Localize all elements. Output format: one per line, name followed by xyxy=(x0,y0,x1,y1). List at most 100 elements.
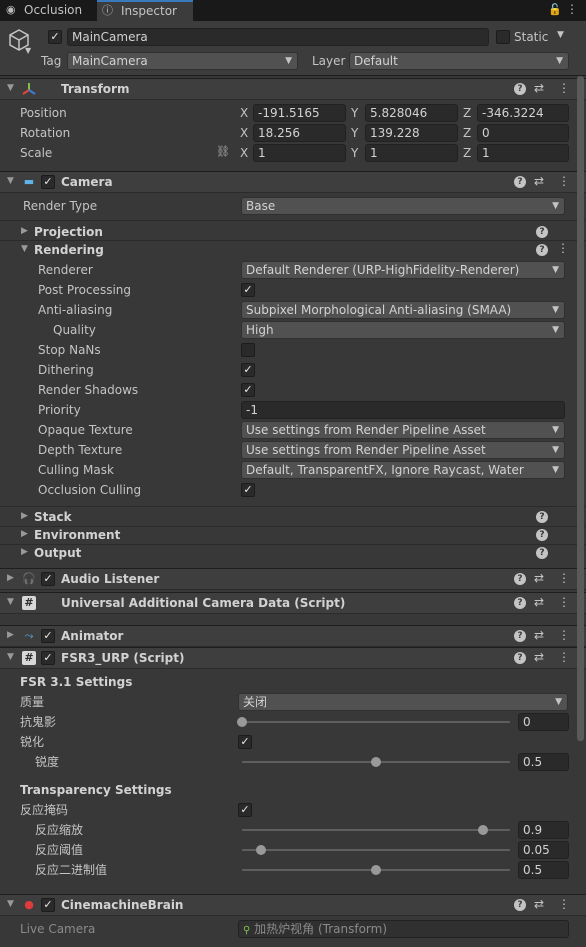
preset-icon[interactable]: ⇄ xyxy=(534,595,544,609)
position-x-field[interactable]: -191.5165 xyxy=(253,104,346,122)
foldout-expanded-icon[interactable]: ▼ xyxy=(7,83,14,93)
rotation-y-field[interactable]: 139.228 xyxy=(365,124,458,142)
reactive-scale-slider-track[interactable] xyxy=(242,829,510,831)
menu-dots-icon[interactable]: ⋮ xyxy=(558,897,570,911)
menu-dots-icon[interactable]: ⋮ xyxy=(558,81,570,95)
antighost-slider-track[interactable] xyxy=(242,721,510,723)
scale-x-field[interactable]: 1 xyxy=(253,144,346,162)
camera-enabled-checkbox[interactable]: ✓ xyxy=(41,175,55,189)
icon-dropdown-arrow[interactable]: ▼ xyxy=(25,46,31,55)
help-icon[interactable]: ? xyxy=(536,511,548,523)
foldout-collapsed-icon[interactable]: ▶ xyxy=(21,226,28,236)
reactive-mask-checkbox[interactable]: ✓ xyxy=(238,803,252,817)
fsr-header[interactable]: ▼ # ✓ FSR3_URP (Script) ? ⇄ ⋮ xyxy=(0,647,586,669)
help-icon[interactable]: ? xyxy=(514,652,526,664)
antighost-value-field[interactable]: 0 xyxy=(518,713,569,731)
renderer-dropdown[interactable]: Default Renderer (URP-HighFidelity-Rende… xyxy=(241,261,565,279)
projection-section[interactable]: ▶ Projection ? xyxy=(0,223,586,241)
opaque-texture-dropdown[interactable]: Use settings from Render Pipeline Asset ▼ xyxy=(241,421,565,439)
animator-enabled-checkbox[interactable]: ✓ xyxy=(41,629,55,643)
preset-icon[interactable]: ⇄ xyxy=(534,628,544,642)
position-z-field[interactable]: -346.3224 xyxy=(477,104,569,122)
reactive-binary-value-field[interactable]: 0.5 xyxy=(518,861,569,879)
help-icon[interactable]: ? xyxy=(514,176,526,188)
reactive-scale-slider-knob[interactable] xyxy=(478,825,489,835)
foldout-collapsed-icon[interactable]: ▶ xyxy=(21,529,28,539)
camera-header[interactable]: ▼ ▬ ✓ Camera ? ⇄ ⋮ xyxy=(0,171,586,193)
animator-header[interactable]: ▶ ⤳ ✓ Animator ? ⇄ ⋮ xyxy=(0,625,586,647)
static-dropdown-arrow[interactable]: ▼ xyxy=(557,30,564,40)
preset-icon[interactable]: ⇄ xyxy=(534,897,544,911)
antighost-slider-knob[interactable] xyxy=(237,717,247,727)
menu-dots-icon[interactable]: ⋮ xyxy=(558,650,570,664)
sharpen-checkbox[interactable]: ✓ xyxy=(238,735,252,749)
post-processing-checkbox[interactable]: ✓ xyxy=(241,283,255,297)
rendering-section[interactable]: ▼ Rendering ? ⋮ xyxy=(0,241,586,259)
help-icon[interactable]: ? xyxy=(514,630,526,642)
rotation-x-field[interactable]: 18.256 xyxy=(253,124,346,142)
stop-nans-checkbox[interactable] xyxy=(241,343,255,357)
audio-listener-enabled-checkbox[interactable]: ✓ xyxy=(41,572,55,586)
menu-dots-icon[interactable]: ⋮ xyxy=(558,174,570,188)
foldout-expanded-icon[interactable]: ▼ xyxy=(7,652,14,662)
foldout-expanded-icon[interactable]: ▼ xyxy=(7,899,14,909)
foldout-expanded-icon[interactable]: ▼ xyxy=(7,176,14,186)
audio-listener-header[interactable]: ▶ 🎧 ✓ Audio Listener ? ⇄ ⋮ xyxy=(0,568,586,590)
help-icon[interactable]: ? xyxy=(514,83,526,95)
link-icon[interactable]: ⛓ xyxy=(216,145,230,158)
tag-dropdown[interactable]: MainCamera ▼ xyxy=(67,52,298,70)
render-shadows-checkbox[interactable]: ✓ xyxy=(241,383,255,397)
foldout-expanded-icon[interactable]: ▼ xyxy=(7,597,14,607)
preset-icon[interactable]: ⇄ xyxy=(534,174,544,188)
help-icon[interactable]: ? xyxy=(514,573,526,585)
output-section[interactable]: ▶ Output ? xyxy=(0,544,586,562)
static-checkbox[interactable] xyxy=(496,30,510,44)
occlusion-culling-checkbox[interactable]: ✓ xyxy=(241,483,255,497)
help-icon[interactable]: ? xyxy=(536,226,548,238)
sharpness-slider-knob[interactable] xyxy=(371,757,381,767)
tab-inspector[interactable]: ⓘ Inspector xyxy=(97,0,193,21)
environment-section[interactable]: ▶ Environment ? xyxy=(0,526,586,544)
quality-dropdown[interactable]: High ▼ xyxy=(241,321,565,339)
reactive-threshold-value-field[interactable]: 0.05 xyxy=(518,841,569,859)
foldout-collapsed-icon[interactable]: ▶ xyxy=(21,511,28,521)
menu-dots-icon[interactable]: ⋮ xyxy=(558,571,570,585)
depth-texture-dropdown[interactable]: Use settings from Render Pipeline Asset ▼ xyxy=(241,441,565,459)
help-icon[interactable]: ? xyxy=(536,244,548,256)
menu-dots-icon[interactable]: ⋮ xyxy=(558,595,570,609)
foldout-expanded-icon[interactable]: ▼ xyxy=(21,244,28,254)
lock-icon[interactable]: 🔓 xyxy=(548,3,562,16)
render-type-dropdown[interactable]: Base ▼ xyxy=(241,197,565,215)
help-icon[interactable]: ? xyxy=(536,529,548,541)
foldout-collapsed-icon[interactable]: ▶ xyxy=(7,573,14,583)
scale-y-field[interactable]: 1 xyxy=(365,144,458,162)
dithering-checkbox[interactable]: ✓ xyxy=(241,363,255,377)
kebab-menu-icon[interactable]: ⋮ xyxy=(566,2,578,16)
scale-z-field[interactable]: 1 xyxy=(477,144,569,162)
layer-dropdown[interactable]: Default ▼ xyxy=(349,52,569,70)
reactive-threshold-slider-track[interactable] xyxy=(242,849,510,851)
preset-icon[interactable]: ⇄ xyxy=(534,650,544,664)
tab-occlusion[interactable]: ◉ Occlusion xyxy=(0,0,96,21)
foldout-collapsed-icon[interactable]: ▶ xyxy=(7,630,14,640)
rotation-z-field[interactable]: 0 xyxy=(477,124,569,142)
stack-section[interactable]: ▶ Stack ? xyxy=(0,508,586,526)
menu-dots-icon[interactable]: ⋮ xyxy=(557,241,569,255)
foldout-collapsed-icon[interactable]: ▶ xyxy=(21,547,28,557)
culling-mask-dropdown[interactable]: Default, TransparentFX, Ignore Raycast, … xyxy=(241,461,565,479)
reactive-binary-slider-knob[interactable] xyxy=(371,865,381,875)
gameobject-name-input[interactable]: MainCamera xyxy=(67,28,489,46)
anti-aliasing-dropdown[interactable]: Subpixel Morphological Anti-aliasing (SM… xyxy=(241,301,565,319)
priority-field[interactable]: -1 xyxy=(241,401,565,419)
help-icon[interactable]: ? xyxy=(514,597,526,609)
transform-header[interactable]: ▼ Transform ? ⇄ ⋮ xyxy=(0,78,586,100)
help-icon[interactable]: ? xyxy=(514,899,526,911)
cinemachine-brain-enabled-checkbox[interactable]: ✓ xyxy=(41,898,55,912)
menu-dots-icon[interactable]: ⋮ xyxy=(558,628,570,642)
reactive-scale-value-field[interactable]: 0.9 xyxy=(518,821,569,839)
fsr-enabled-checkbox[interactable]: ✓ xyxy=(41,651,55,665)
uacd-header[interactable]: ▼ # Universal Additional Camera Data (Sc… xyxy=(0,592,586,614)
position-y-field[interactable]: 5.828046 xyxy=(365,104,458,122)
active-checkbox[interactable]: ✓ xyxy=(48,30,62,44)
fsr-quality-dropdown[interactable]: 关闭 ▼ xyxy=(238,693,568,711)
